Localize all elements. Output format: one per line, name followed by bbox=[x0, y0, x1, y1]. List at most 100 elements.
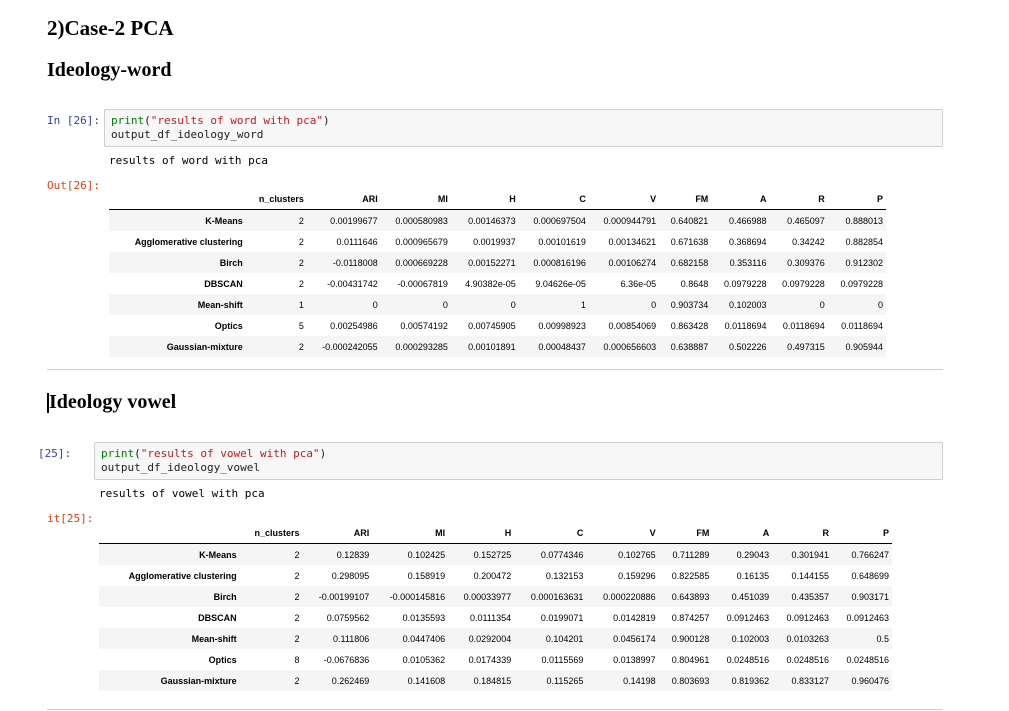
column-header: MI bbox=[380, 189, 451, 210]
table-row: Optics 5 0.00254986 0.00574192 0.00745905 0.0… bbox=[109, 315, 886, 336]
table-cell: 0.960476 bbox=[851, 675, 889, 686]
table-cell: 0.262469 bbox=[331, 675, 370, 686]
column-header: FM bbox=[658, 523, 713, 544]
table-cell: 0.00134621 bbox=[608, 236, 657, 247]
code-string: "results of word with pca" bbox=[150, 114, 323, 127]
table-cell: 2 bbox=[298, 236, 304, 247]
table-row: Mean-shift 1 0 0 0 1 0 0.903734 0.102003 0 0 bbox=[109, 294, 886, 315]
code-cell-25[interactable]: print("results of vowel with pca") outpu… bbox=[94, 442, 943, 480]
column-header: A bbox=[712, 523, 773, 544]
stdout-25: results of vowel with pca bbox=[99, 487, 265, 500]
table-cell: 0.903171 bbox=[851, 591, 889, 602]
column-header: R bbox=[772, 523, 833, 544]
table-cell: 1 bbox=[580, 299, 586, 310]
row-label: Agglomerative clustering bbox=[128, 570, 237, 581]
table-cell: 8 bbox=[294, 654, 300, 665]
input-prompt-26: In [26]: bbox=[47, 114, 100, 127]
table-row: K-Means 2 0.12839 0.102425 0.152725 0.0774346… bbox=[99, 543, 892, 565]
table-cell: -0.0676836 bbox=[323, 654, 370, 665]
table-cell: 0.0456174 bbox=[613, 633, 656, 644]
table-cell: 0.0292004 bbox=[468, 633, 512, 644]
table-cell: 0.000669228 bbox=[395, 257, 448, 268]
index-header bbox=[99, 523, 240, 544]
table-cell: 2 bbox=[294, 675, 300, 686]
code-cell-26[interactable]: print("results of word with pca") output… bbox=[104, 109, 943, 147]
table-cell: 0.648699 bbox=[851, 570, 889, 581]
table-cell: 0.466988 bbox=[728, 215, 767, 226]
table-cell: 0.00146373 bbox=[468, 215, 516, 226]
row-label: Optics bbox=[208, 654, 237, 665]
table-cell: 2 bbox=[298, 215, 304, 226]
table-cell: 9.04626e-05 bbox=[535, 278, 586, 289]
input-prompt-25: [25]: bbox=[38, 447, 72, 460]
table-cell: 0 bbox=[651, 299, 657, 310]
table-cell: 0.803693 bbox=[671, 675, 710, 686]
row-label: Gaussian-mixture bbox=[160, 675, 237, 686]
table-cell: 0.000816196 bbox=[533, 257, 586, 268]
table-cell: 0.00854069 bbox=[608, 320, 657, 331]
table-cell: 0.497315 bbox=[787, 341, 825, 352]
table-cell: 0.000220886 bbox=[603, 591, 656, 602]
table-cell: 0.309376 bbox=[787, 257, 825, 268]
table-cell: 0.00745905 bbox=[468, 320, 516, 331]
table-row: Optics 8 -0.0676836 0.0105362 0.0174339 0.011… bbox=[99, 649, 892, 670]
table-cell: 0.368694 bbox=[728, 236, 767, 247]
column-header: MI bbox=[372, 523, 449, 544]
table-row: DBSCAN 2 0.0759562 0.0135593 0.0111354 0.0199… bbox=[99, 607, 892, 628]
table-cell: 2 bbox=[294, 612, 300, 623]
table-cell: 0.0248516 bbox=[726, 654, 770, 665]
code-print-keyword: print bbox=[101, 447, 135, 460]
table-cell: 0.34242 bbox=[792, 236, 825, 247]
table-cell: 0.0199071 bbox=[540, 612, 584, 623]
table-cell: 0.0912463 bbox=[726, 612, 770, 623]
column-header: ARI bbox=[306, 189, 381, 210]
table-cell: 0.298095 bbox=[331, 570, 370, 581]
table-cell: 0.0979228 bbox=[723, 278, 767, 289]
table-cell: 0.200472 bbox=[473, 570, 512, 581]
table-cell: 0.900128 bbox=[671, 633, 710, 644]
table-cell: 0.0118694 bbox=[724, 320, 767, 331]
table-cell: 0.822585 bbox=[671, 570, 710, 581]
code-string: "results of vowel with pca" bbox=[140, 447, 320, 460]
table-cell: 0.903734 bbox=[670, 299, 709, 310]
table-cell: 2 bbox=[298, 341, 304, 352]
table-cell: 0.0138997 bbox=[613, 654, 656, 665]
table-cell: 0.141608 bbox=[407, 675, 446, 686]
table-cell: 0.000580983 bbox=[395, 215, 448, 226]
table-cell: 0.0118694 bbox=[782, 320, 825, 331]
table-cell: 2 bbox=[294, 549, 300, 560]
table-cell: 0.0979228 bbox=[840, 278, 883, 289]
table-cell: 0.874257 bbox=[671, 612, 710, 623]
table-row: Agglomerative clustering 2 0.298095 0.15891… bbox=[99, 565, 892, 586]
index-header bbox=[109, 189, 246, 210]
output-prompt-26: Out[26]: bbox=[47, 179, 100, 192]
table-cell: 0.0111354 bbox=[469, 612, 512, 623]
table-cell: 2 bbox=[298, 257, 304, 268]
table-cell: 0.102765 bbox=[618, 549, 656, 560]
table-cell: 0.111806 bbox=[333, 633, 370, 644]
table-cell: 0.451039 bbox=[731, 591, 770, 602]
table-cell: 0.0142819 bbox=[613, 612, 656, 623]
table-cell: 0.0111646 bbox=[336, 236, 378, 247]
table-cell: 4.90382e-05 bbox=[465, 278, 516, 289]
table-cell: 0.819362 bbox=[731, 675, 770, 686]
table-cell: 0.682158 bbox=[670, 257, 709, 268]
case-heading: 2)Case-2 PCA bbox=[47, 16, 174, 40]
table-cell: -0.00431742 bbox=[327, 278, 378, 289]
row-label: Agglomerative clustering bbox=[134, 236, 243, 247]
table-cell: 0.0912463 bbox=[846, 612, 889, 623]
table-row: K-Means 2 0.00199677 0.000580983 0.00146373 0… bbox=[109, 209, 886, 231]
section-title-vowel: Ideology vowel bbox=[49, 391, 177, 413]
column-header: P bbox=[827, 189, 886, 210]
column-header: n_clusters bbox=[245, 189, 307, 210]
table-cell: 0.5 bbox=[876, 633, 889, 644]
table-cell: 0.882854 bbox=[845, 236, 883, 247]
column-header: P bbox=[832, 523, 892, 544]
table-cell: 0.888013 bbox=[845, 215, 883, 226]
table-cell: 0.711289 bbox=[672, 549, 710, 560]
code-line-2: output_df_ideology_vowel bbox=[101, 461, 260, 474]
table-cell: 0.0248516 bbox=[846, 654, 889, 665]
cell-separator bbox=[47, 369, 943, 370]
table-cell: 0.159296 bbox=[618, 570, 656, 581]
table-cell: 0.00199677 bbox=[330, 215, 378, 226]
